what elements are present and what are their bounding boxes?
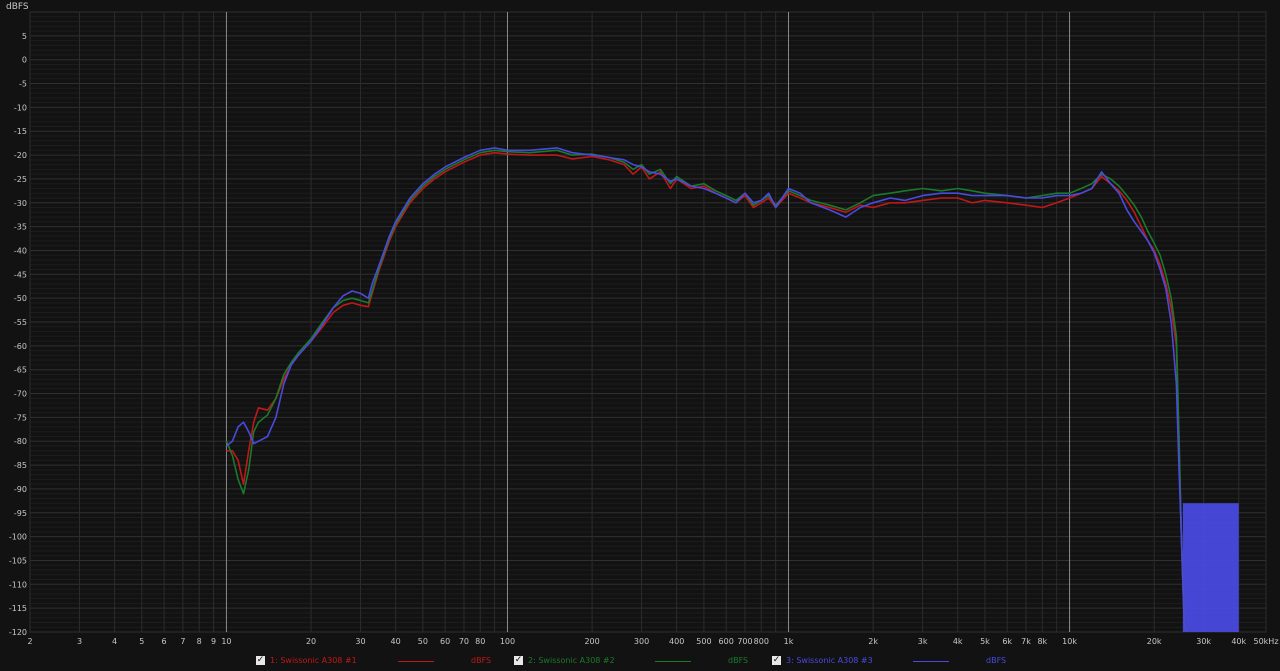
legend-label-1: 1: Swissonic A308 #1 [270, 656, 357, 665]
y-tick-label: -90 [14, 485, 27, 494]
x-tick-label: 600 [719, 637, 734, 646]
noise-floor-band [1182, 503, 1239, 632]
y-tick-label: -10 [14, 103, 27, 112]
y-tick-label: 0 [22, 56, 27, 65]
x-tick-label: 70 [459, 637, 469, 646]
x-tick-label: 40k [1231, 637, 1246, 646]
legend-checkbox-1[interactable]: ✓ [256, 656, 265, 665]
y-axis-label: dBFS [6, 2, 29, 12]
x-tick-label: 20k [1147, 637, 1162, 646]
y-tick-label: -20 [14, 151, 27, 160]
y-tick-label: -85 [14, 461, 27, 470]
y-tick-label: -45 [14, 270, 27, 279]
y-tick-label: -115 [9, 604, 27, 613]
y-tick-label: -75 [14, 413, 27, 422]
y-tick-label: -110 [9, 580, 27, 589]
frequency-response-plot: 50-5-10-15-20-25-30-35-40-45-50-55-60-65… [0, 0, 1280, 652]
x-tick-label: 7 [180, 637, 185, 646]
legend-unit-3: dBFS [986, 656, 1007, 665]
y-tick-label: 5 [22, 32, 27, 41]
legend-unit-1: dBFS [471, 656, 492, 665]
y-tick-label: -55 [14, 318, 27, 327]
y-tick-label: -105 [9, 556, 27, 565]
x-tick-label: 30k [1196, 637, 1211, 646]
y-tick-label: -100 [9, 533, 27, 542]
legend: ✓ 1: Swissonic A308 #1 dBFS ✓ 2: Swisson… [0, 653, 1280, 671]
legend-line-3 [913, 661, 949, 662]
y-tick-label: -25 [14, 175, 27, 184]
legend-checkbox-2[interactable]: ✓ [514, 656, 523, 665]
x-tick-label: 700 [737, 637, 752, 646]
y-tick-label: -80 [14, 437, 27, 446]
x-tick-label: 50 [418, 637, 428, 646]
x-tick-label: 6k [1002, 637, 1012, 646]
x-tick-label: 80 [475, 637, 485, 646]
y-tick-label: -70 [14, 390, 27, 399]
x-tick-label: 100 [500, 637, 515, 646]
legend-unit-2: dBFS [728, 656, 749, 665]
x-tick-label: 3k [918, 637, 928, 646]
x-tick-label: 500 [696, 637, 711, 646]
x-tick-label: 2k [868, 637, 878, 646]
x-tick-label: 10k [1062, 637, 1077, 646]
x-tick-label: 6 [162, 637, 167, 646]
legend-line-2 [655, 661, 691, 662]
x-tick-label: 800 [754, 637, 769, 646]
x-tick-label: 5 [139, 637, 144, 646]
legend-label-2: 2: Swissonic A308 #2 [528, 656, 615, 665]
x-tick-label: 7k [1021, 637, 1031, 646]
y-tick-label: -40 [14, 246, 27, 255]
x-tick-label: 5k [980, 637, 990, 646]
x-tick-label: 50kHz [1253, 637, 1278, 646]
legend-checkbox-3[interactable]: ✓ [772, 656, 781, 665]
x-tick-label: 40 [391, 637, 401, 646]
x-tick-label: 30 [355, 637, 365, 646]
y-tick-label: -120 [9, 628, 27, 637]
x-tick-label: 2 [27, 637, 32, 646]
x-tick-label: 4k [953, 637, 963, 646]
y-tick-label: -5 [19, 80, 27, 89]
noise-band [1182, 503, 1239, 632]
legend-line-1 [398, 661, 434, 662]
x-tick-label: 9 [211, 637, 216, 646]
y-tick-label: -65 [14, 366, 27, 375]
y-tick-label: -60 [14, 342, 27, 351]
x-tick-label: 400 [669, 637, 684, 646]
y-tick-label: -30 [14, 199, 27, 208]
x-tick-label: 1k [784, 637, 794, 646]
x-tick-label: 20 [306, 637, 316, 646]
x-tick-label: 300 [634, 637, 649, 646]
x-tick-label: 8 [197, 637, 202, 646]
x-tick-label: 200 [584, 637, 599, 646]
x-tick-label: 60 [440, 637, 450, 646]
legend-label-3: 3: Swissonic A308 #3 [786, 656, 873, 665]
y-tick-label: -15 [14, 127, 27, 136]
x-tick-label: 10 [221, 637, 231, 646]
y-tick-label: -95 [14, 509, 27, 518]
y-tick-label: -35 [14, 223, 27, 232]
y-tick-label: -50 [14, 294, 27, 303]
x-tick-label: 8k [1037, 637, 1047, 646]
x-tick-label: 3 [77, 637, 82, 646]
x-tick-label: 4 [112, 637, 117, 646]
